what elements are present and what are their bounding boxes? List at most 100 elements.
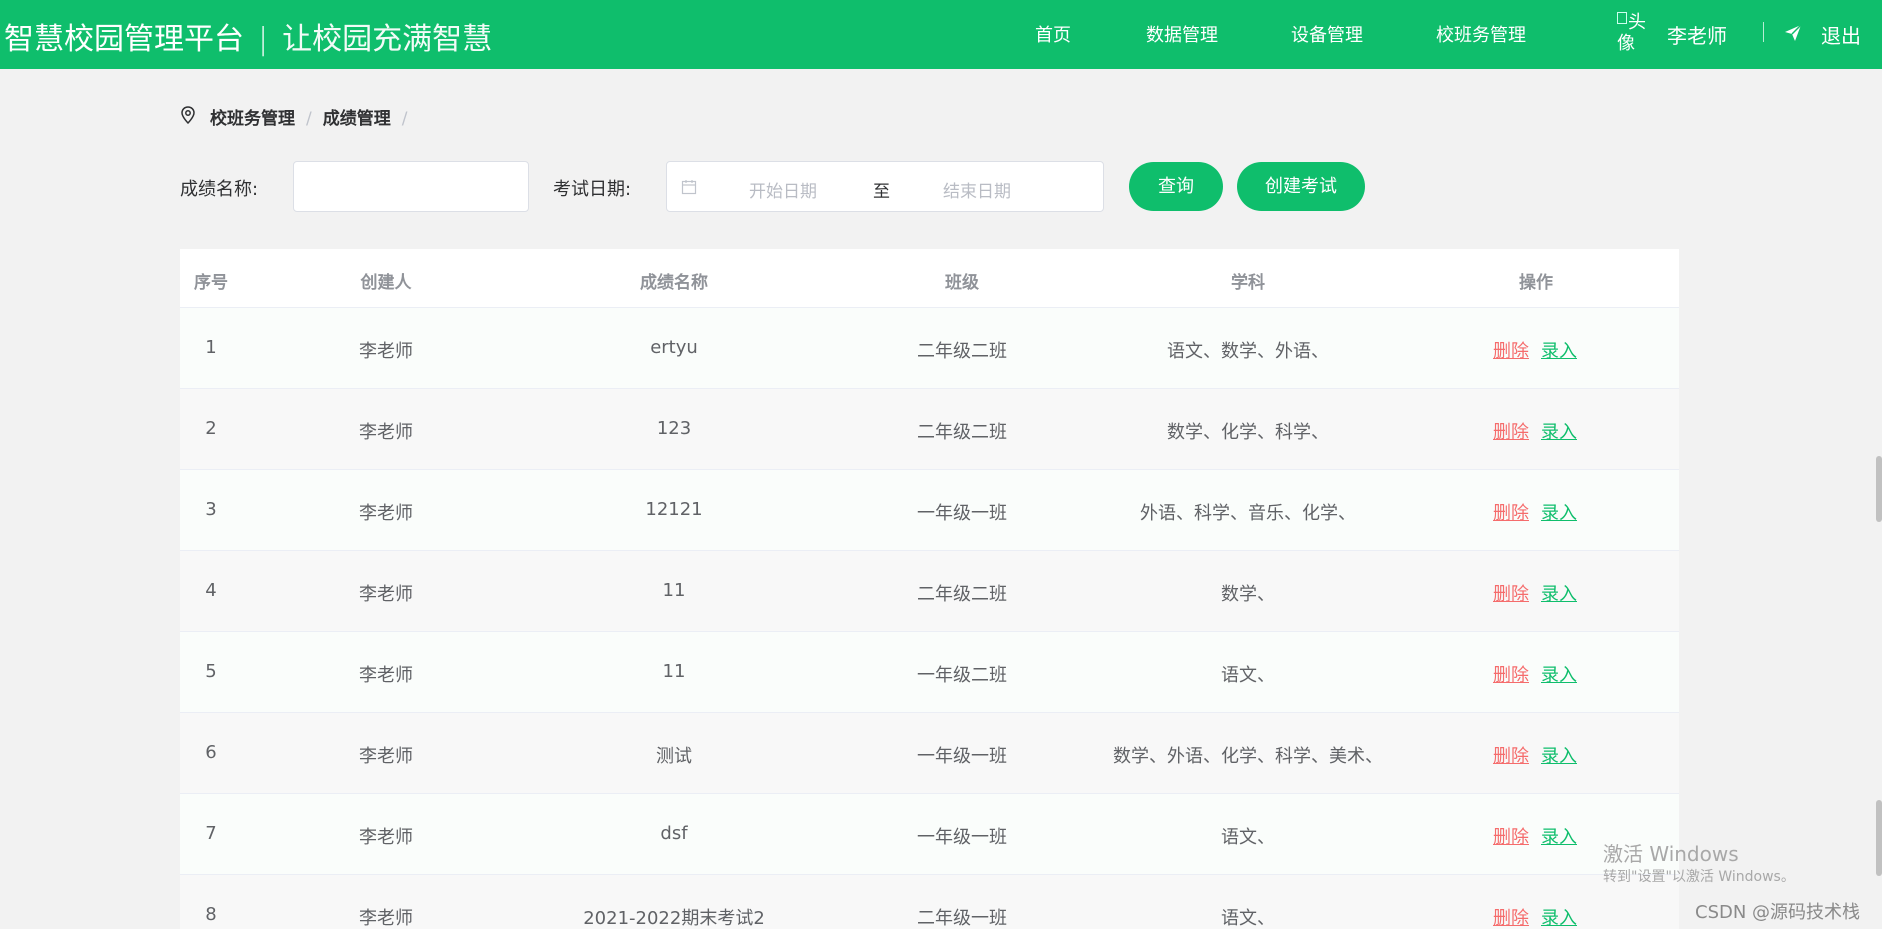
nav-device-management[interactable]: 设备管理 — [1291, 21, 1363, 47]
delete-link[interactable]: 删除 — [1493, 584, 1529, 605]
table-row: 6 李老师 测试 一年级一班 数学、外语、化学、科学、美术、 删除 录入 — [180, 713, 1679, 794]
entry-link[interactable]: 录入 — [1541, 746, 1577, 767]
grade-name-input[interactable] — [293, 161, 529, 212]
entry-link[interactable]: 录入 — [1541, 422, 1577, 443]
cell-grade-name: 2021-2022期末考试2 — [583, 908, 765, 929]
breadcrumb-separator: / — [401, 109, 408, 129]
exam-date-range-picker[interactable]: 开始日期 至 结束日期 — [666, 161, 1104, 212]
entry-link[interactable]: 录入 — [1541, 665, 1577, 686]
cell-creator: 李老师 — [359, 908, 413, 929]
breadcrumb-item-grades[interactable]: 成绩管理 — [323, 109, 391, 129]
delete-link[interactable]: 删除 — [1493, 746, 1529, 767]
cell-grade-name: 测试 — [656, 746, 692, 767]
date-range-separator: 至 — [873, 182, 890, 202]
row-actions: 删除 录入 — [1493, 418, 1577, 444]
cell-grade-name: 12121 — [645, 499, 703, 520]
cell-class: 二年级二班 — [917, 422, 1007, 443]
delete-link[interactable]: 删除 — [1493, 503, 1529, 524]
send-icon[interactable] — [1784, 24, 1802, 42]
broken-image-icon — [1617, 12, 1627, 24]
cell-grade-name: 11 — [662, 580, 686, 601]
nav-school-class-management[interactable]: 校班务管理 — [1436, 21, 1526, 47]
avatar[interactable]: 头像 — [1617, 12, 1655, 54]
column-header-grade-name: 成绩名称 — [640, 273, 708, 293]
cell-creator: 李老师 — [359, 665, 413, 686]
create-exam-button[interactable]: 创建考试 — [1237, 162, 1365, 211]
table-row: 8 李老师 2021-2022期末考试2 二年级一班 语文、 删除 录入 — [180, 875, 1679, 929]
header-divider — [1763, 22, 1764, 42]
grades-table: 序号 创建人 成绩名称 班级 学科 操作 1 李老师 ertyu 二年级二班 语… — [180, 249, 1679, 929]
cell-no: 4 — [205, 580, 217, 601]
end-date-input[interactable]: 结束日期 — [943, 177, 1011, 202]
cell-no: 6 — [205, 742, 217, 763]
cell-grade-name: ertyu — [650, 337, 698, 358]
nav-data-management[interactable]: 数据管理 — [1146, 21, 1218, 47]
entry-link[interactable]: 录入 — [1541, 503, 1577, 524]
delete-link[interactable]: 删除 — [1493, 665, 1529, 686]
cell-subjects: 数学、 — [1221, 584, 1275, 605]
entry-link[interactable]: 录入 — [1541, 341, 1577, 362]
delete-link[interactable]: 删除 — [1493, 341, 1529, 362]
brand-slogan: 让校园充满智慧 — [282, 22, 493, 57]
row-actions: 删除 录入 — [1493, 742, 1577, 768]
row-actions: 删除 录入 — [1493, 823, 1577, 849]
cell-class: 二年级二班 — [917, 341, 1007, 362]
column-header-actions: 操作 — [1519, 273, 1553, 293]
cell-no: 7 — [205, 823, 217, 844]
delete-link[interactable]: 删除 — [1493, 827, 1529, 848]
breadcrumb-item-school-class[interactable]: 校班务管理 — [210, 109, 295, 129]
row-actions: 删除 录入 — [1493, 337, 1577, 363]
cell-class: 一年级一班 — [917, 827, 1007, 848]
username[interactable]: 李老师 — [1667, 20, 1727, 49]
entry-link[interactable]: 录入 — [1541, 827, 1577, 848]
column-header-creator: 创建人 — [360, 273, 412, 293]
column-header-subjects: 学科 — [1231, 273, 1265, 293]
location-pin-icon — [181, 106, 195, 124]
column-header-class: 班级 — [945, 273, 979, 293]
cell-no: 2 — [205, 418, 217, 439]
table-row: 5 李老师 11 一年级二班 语文、 删除 录入 — [180, 632, 1679, 713]
cell-grade-name: 11 — [662, 661, 686, 682]
cell-class: 一年级一班 — [917, 746, 1007, 767]
table-row: 2 李老师 123 二年级二班 数学、化学、科学、 删除 录入 — [180, 389, 1679, 470]
cell-subjects: 数学、化学、科学、 — [1167, 422, 1329, 443]
query-button[interactable]: 查询 — [1129, 162, 1223, 211]
calendar-icon — [681, 180, 697, 195]
cell-no: 5 — [205, 661, 217, 682]
cell-no: 1 — [205, 337, 217, 358]
delete-link[interactable]: 删除 — [1493, 908, 1529, 929]
scrollbar-thumb[interactable] — [1876, 456, 1882, 522]
cell-subjects: 语文、 — [1221, 665, 1275, 686]
nav-home[interactable]: 首页 — [1035, 21, 1071, 47]
logout-button[interactable]: 退出 — [1821, 20, 1861, 49]
brand-separator: | — [258, 22, 269, 57]
delete-link[interactable]: 删除 — [1493, 422, 1529, 443]
table-row: 3 李老师 12121 一年级一班 外语、科学、音乐、化学、 删除 录入 — [180, 470, 1679, 551]
cell-creator: 李老师 — [359, 503, 413, 524]
table-row: 1 李老师 ertyu 二年级二班 语文、数学、外语、 删除 录入 — [180, 308, 1679, 389]
row-actions: 删除 录入 — [1493, 499, 1577, 525]
cell-subjects: 语文、 — [1221, 908, 1275, 929]
cell-no: 8 — [205, 904, 217, 925]
breadcrumb-separator: / — [306, 109, 312, 129]
cell-class: 二年级一班 — [917, 908, 1007, 929]
cell-subjects: 语文、 — [1221, 827, 1275, 848]
cell-no: 3 — [205, 499, 217, 520]
start-date-input[interactable]: 开始日期 — [749, 177, 817, 202]
grade-name-label: 成绩名称: — [180, 179, 259, 200]
cell-creator: 李老师 — [359, 746, 413, 767]
cell-class: 一年级二班 — [917, 665, 1007, 686]
scrollbar-thumb[interactable] — [1876, 800, 1882, 876]
csdn-watermark: CSDN @源码技术栈 — [1695, 902, 1861, 923]
windows-activation-hint: 转到"设置"以激活 Windows。 — [1603, 869, 1795, 885]
cell-grade-name: 123 — [656, 418, 692, 439]
entry-link[interactable]: 录入 — [1541, 908, 1577, 929]
cell-subjects: 数学、外语、化学、科学、美术、 — [1113, 746, 1383, 767]
table-row: 4 李老师 11 二年级二班 数学、 删除 录入 — [180, 551, 1679, 632]
cell-grade-name: dsf — [660, 823, 688, 844]
cell-subjects: 语文、数学、外语、 — [1167, 341, 1329, 362]
entry-link[interactable]: 录入 — [1541, 584, 1577, 605]
cell-creator: 李老师 — [359, 827, 413, 848]
top-header: 智慧校园管理平台 | 让校园充满智慧 首页 数据管理 设备管理 校班务管理 头像 李… — [0, 0, 1882, 69]
cell-creator: 李老师 — [359, 422, 413, 443]
